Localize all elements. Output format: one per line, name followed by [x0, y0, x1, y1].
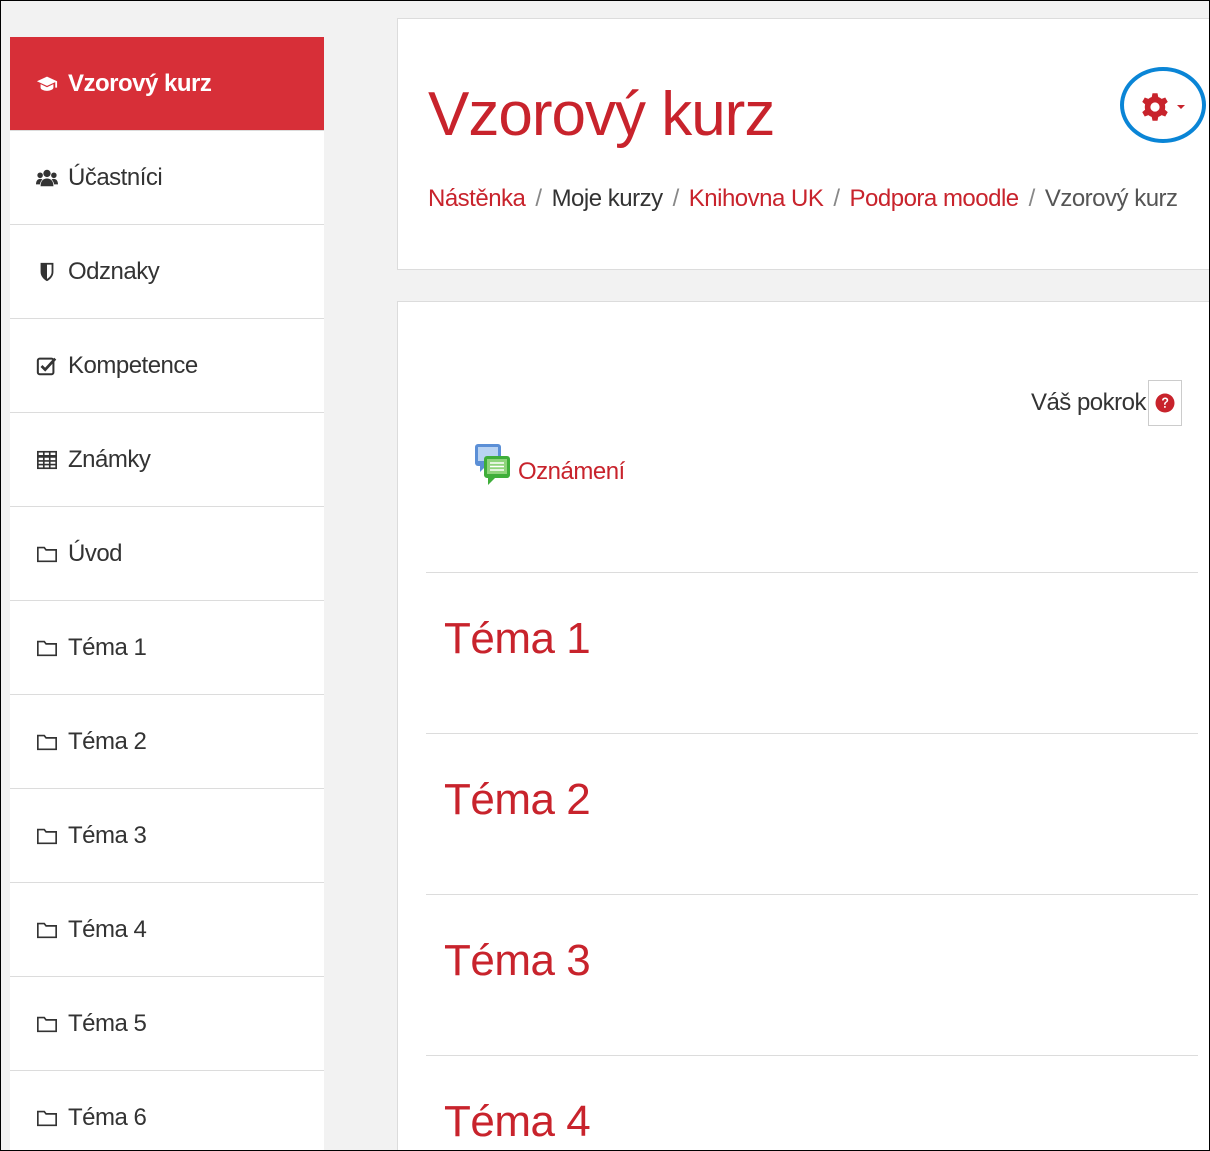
announcements-forum-link[interactable]: Oznámení	[474, 442, 625, 488]
question-circle-icon	[1155, 393, 1175, 413]
announcements-label: Oznámení	[518, 458, 625, 485]
breadcrumb: Nástěnka / Moje kurzy / Knihovna UK / Po…	[428, 185, 1178, 213]
sidebar-item-label: Účastníci	[68, 163, 163, 191]
breadcrumb-separator: /	[535, 185, 542, 212]
sidebar-item-label: Téma 5	[68, 1009, 147, 1037]
breadcrumb-library[interactable]: Knihovna UK	[689, 185, 824, 213]
breadcrumb-dashboard[interactable]: Nástěnka	[428, 185, 526, 213]
course-sidebar: Vzorový kurz Účastníci Odznaky Kompetenc…	[10, 37, 324, 1150]
checkbox-icon	[36, 355, 58, 377]
sidebar-item-topic-3[interactable]: Téma 3	[10, 789, 324, 883]
folder-icon	[36, 543, 58, 565]
section-divider	[426, 733, 1198, 734]
sidebar-item-course[interactable]: Vzorový kurz	[10, 37, 324, 131]
breadcrumb-separator: /	[672, 185, 680, 212]
folder-icon	[36, 731, 58, 753]
breadcrumb-my-courses: Moje kurzy	[551, 185, 664, 212]
sidebar-item-label: Téma 2	[68, 727, 147, 755]
gear-icon	[1142, 93, 1168, 121]
section-title-topic-1[interactable]: Téma 1	[444, 614, 591, 664]
sidebar-item-topic-5[interactable]: Téma 5	[10, 977, 324, 1071]
sidebar-item-badges[interactable]: Odznaky	[10, 225, 324, 319]
sidebar-item-label: Kompetence	[68, 351, 198, 379]
course-settings-menu-button[interactable]	[1120, 67, 1206, 147]
sidebar-item-label: Téma 6	[68, 1103, 147, 1131]
sidebar-item-label: Odznaky	[68, 257, 160, 285]
folder-icon	[36, 1107, 58, 1129]
sidebar-item-label: Téma 3	[68, 821, 147, 849]
sidebar-item-participants[interactable]: Účastníci	[10, 131, 324, 225]
sidebar-item-topic-2[interactable]: Téma 2	[10, 695, 324, 789]
graduation-cap-icon	[36, 73, 58, 95]
folder-icon	[36, 1013, 58, 1035]
section-title-topic-2[interactable]: Téma 2	[444, 775, 591, 825]
section-divider	[426, 1055, 1198, 1056]
section-title-topic-3[interactable]: Téma 3	[444, 936, 591, 986]
sidebar-item-label: Známky	[68, 445, 151, 473]
breadcrumb-current: Vzorový kurz	[1044, 185, 1178, 212]
sidebar-item-topic-4[interactable]: Téma 4	[10, 883, 324, 977]
sidebar-item-label: Vzorový kurz	[68, 69, 212, 97]
breadcrumb-separator: /	[1028, 185, 1036, 212]
progress-help-button[interactable]	[1148, 380, 1182, 426]
table-icon	[36, 449, 58, 471]
forum-icon	[475, 444, 510, 485]
section-divider	[426, 572, 1198, 573]
section-title-topic-4[interactable]: Téma 4	[444, 1097, 591, 1147]
sidebar-item-topic-6[interactable]: Téma 6	[10, 1071, 324, 1150]
folder-icon	[36, 919, 58, 941]
chevron-down-icon	[1177, 105, 1185, 109]
users-icon	[36, 167, 58, 189]
breadcrumb-separator: /	[833, 185, 840, 212]
folder-icon	[36, 637, 58, 659]
progress-indicator: Váš pokrok	[1031, 380, 1182, 426]
page-title: Vzorový kurz	[428, 80, 775, 149]
sidebar-item-competencies[interactable]: Kompetence	[10, 319, 324, 413]
sidebar-item-label: Téma 1	[68, 633, 147, 661]
sidebar-item-intro[interactable]: Úvod	[10, 507, 324, 601]
sidebar-item-grades[interactable]: Známky	[10, 413, 324, 507]
section-divider	[426, 894, 1198, 895]
folder-icon	[36, 825, 58, 847]
breadcrumb-support[interactable]: Podpora moodle	[850, 185, 1020, 213]
course-content: Váš pokrok Oznámení Téma 1 Téma 2 Téma 3…	[397, 301, 1209, 1150]
progress-label: Váš pokrok	[1030, 389, 1147, 416]
sidebar-item-label: Úvod	[68, 539, 123, 567]
sidebar-item-label: Téma 4	[68, 915, 147, 943]
sidebar-item-topic-1[interactable]: Téma 1	[10, 601, 324, 695]
page-frame: Vzorový kurz Účastníci Odznaky Kompetenc…	[0, 0, 1210, 1151]
shield-icon	[36, 261, 58, 283]
page-header: Vzorový kurz Nástěnka / Moje kurzy / Kni…	[397, 18, 1209, 270]
